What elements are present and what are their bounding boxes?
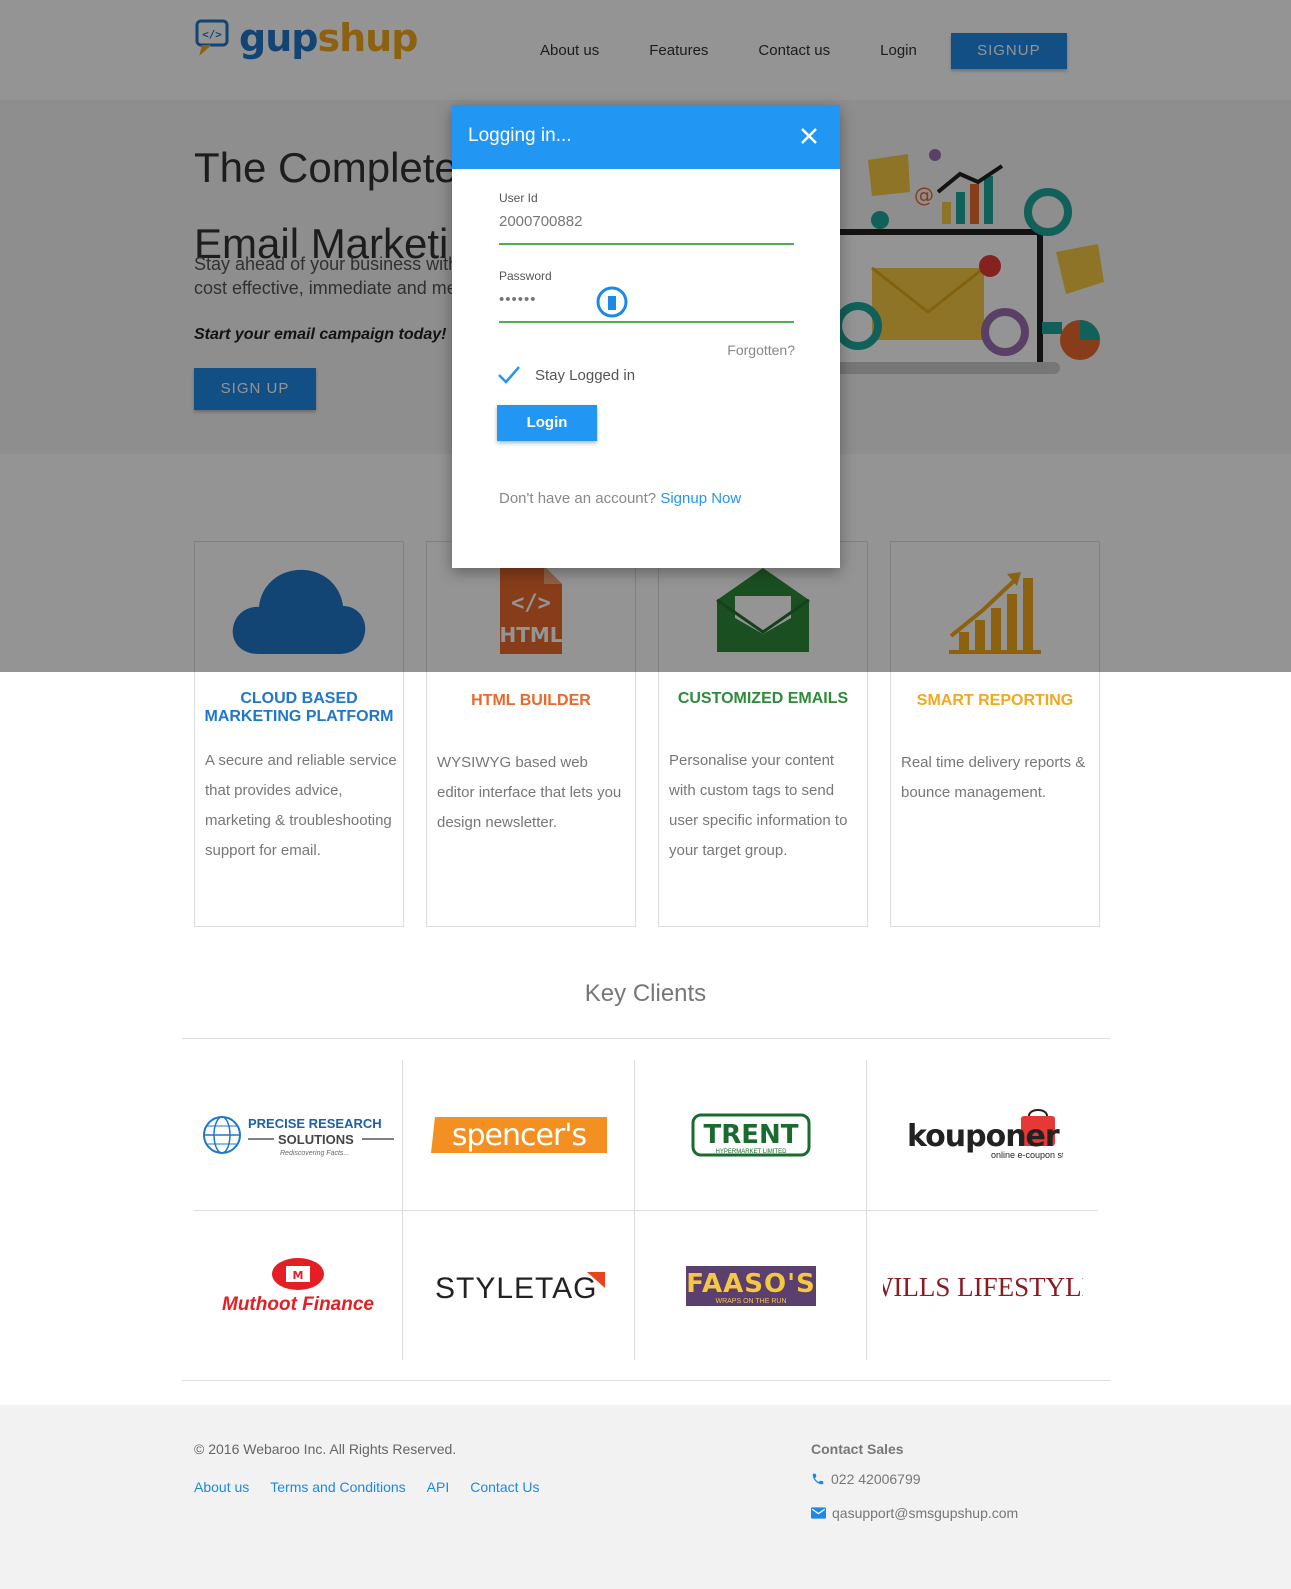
spencers-logo: spencer's [430,1117,607,1153]
client-logo-trent: TRENT HYPERMARKET LIMITED [635,1060,866,1210]
client-logo-muthoot: M Muthoot Finance [194,1211,402,1361]
signup-now-link[interactable]: Signup Now [660,490,741,507]
feature-title: CLOUD BASED MARKETING PLATFORM [204,690,394,725]
svg-text:STYLETAG: STYLETAG [435,1272,597,1305]
dialog-header: Logging in... [452,105,840,169]
contact-phone: 022 42006799 [811,1471,921,1487]
footer-links: About us Terms and Conditions API Contac… [194,1479,561,1495]
wills-lifestyle-logo: WILLS LIFESTYLE [883,1272,1083,1302]
svg-text:Rediscovering Facts...: Rediscovering Facts... [280,1150,349,1157]
stay-logged-in-checkbox[interactable]: Stay Logged in [497,363,635,387]
mail-icon [811,1507,826,1519]
contact-sales-heading: Contact Sales [811,1441,904,1457]
checkmark-icon [498,366,520,384]
stay-logged-in-label: Stay Logged in [535,366,636,384]
footer-link-contact[interactable]: Contact Us [470,1479,539,1495]
svg-text:spencer's: spencer's [451,1118,586,1153]
precise-research-logo: PRECISE RESEARCH SOLUTIONS Rediscovering… [203,1116,394,1157]
divider [182,1380,1110,1381]
password-input[interactable]: •••••• [499,291,794,308]
login-dialog: Logging in... User Id 2000700882 Passwor… [452,105,840,568]
svg-text:online e-coupon store: online e-coupon store [991,1150,1063,1160]
feature-description: A secure and reliable service that provi… [205,752,397,859]
client-logo-spencers: spencer's [403,1060,634,1210]
feature-description: WYSIWYG based web editor interface that … [437,754,622,831]
styletag-logo: STYLETAG [435,1272,605,1305]
copyright-text: © 2016 Webaroo Inc. All Rights Reserved. [194,1441,457,1457]
password-underline [499,321,794,323]
client-logo-precise-research: PRECISE RESEARCH SOLUTIONS Rediscovering… [194,1060,402,1210]
muthoot-finance-logo: M Muthoot Finance [222,1258,374,1315]
signup-prompt: Don't have an account? Signup Now [499,490,742,507]
footer-link-about[interactable]: About us [194,1479,249,1495]
feature-description: Personalise your content with custom tag… [669,752,848,859]
client-logo-faasos: FAASO'S WRAPS ON THE RUN [635,1211,866,1361]
password-manager-icon[interactable] [595,285,629,319]
svg-text:SOLUTIONS: SOLUTIONS [278,1132,354,1147]
footer-link-api[interactable]: API [427,1479,450,1495]
feature-title: HTML BUILDER [471,692,591,709]
user-id-input[interactable]: 2000700882 [499,213,794,230]
svg-text:WRAPS ON THE RUN: WRAPS ON THE RUN [715,1298,786,1305]
user-id-underline [499,243,794,245]
password-label: Password [499,269,552,283]
feature-title: CUSTOMIZED EMAILS [677,690,849,707]
svg-text:PRECISE RESEARCH: PRECISE RESEARCH [248,1116,382,1131]
svg-text:HYPERMARKET LIMITED: HYPERMARKET LIMITED [715,1149,787,1155]
faasos-logo: FAASO'S WRAPS ON THE RUN [685,1266,816,1306]
divider [182,1038,1110,1039]
svg-text:kouponer: kouponer [907,1119,1060,1154]
clients-grid: PRECISE RESEARCH SOLUTIONS Rediscovering… [194,1060,1098,1360]
kouponer-logo: kouponer online e-coupon store [907,1109,1063,1160]
key-clients-heading: Key Clients [584,980,707,1007]
feature-title: SMART REPORTING [916,692,1074,709]
forgot-password-link[interactable]: Forgotten? [727,342,795,358]
footer-link-terms[interactable]: Terms and Conditions [270,1479,405,1495]
phone-icon [812,1473,824,1485]
login-button[interactable]: Login [497,405,597,441]
svg-text:TRENT: TRENT [703,1120,798,1150]
close-icon[interactable] [798,125,820,147]
user-id-label: User Id [499,191,538,205]
client-logo-wills-lifestyle: WILLS LIFESTYLE [867,1211,1098,1361]
svg-text:Muthoot Finance: Muthoot Finance [222,1294,374,1315]
trent-logo: TRENT HYPERMARKET LIMITED [691,1113,810,1157]
contact-email: qasupport@smsgupshup.com [811,1505,1018,1521]
client-logo-styletag: STYLETAG [403,1211,634,1361]
dialog-title: Logging in... [468,125,572,146]
svg-text:FAASO'S: FAASO'S [686,1269,816,1299]
client-logo-kouponer: kouponer online e-coupon store [867,1060,1098,1210]
svg-text:M: M [293,1269,304,1282]
feature-description: Real time delivery reports & bounce mana… [901,754,1086,801]
svg-text:WILLS LIFESTYLE: WILLS LIFESTYLE [883,1272,1083,1302]
site-footer: © 2016 Webaroo Inc. All Rights Reserved.… [0,1405,1291,1589]
